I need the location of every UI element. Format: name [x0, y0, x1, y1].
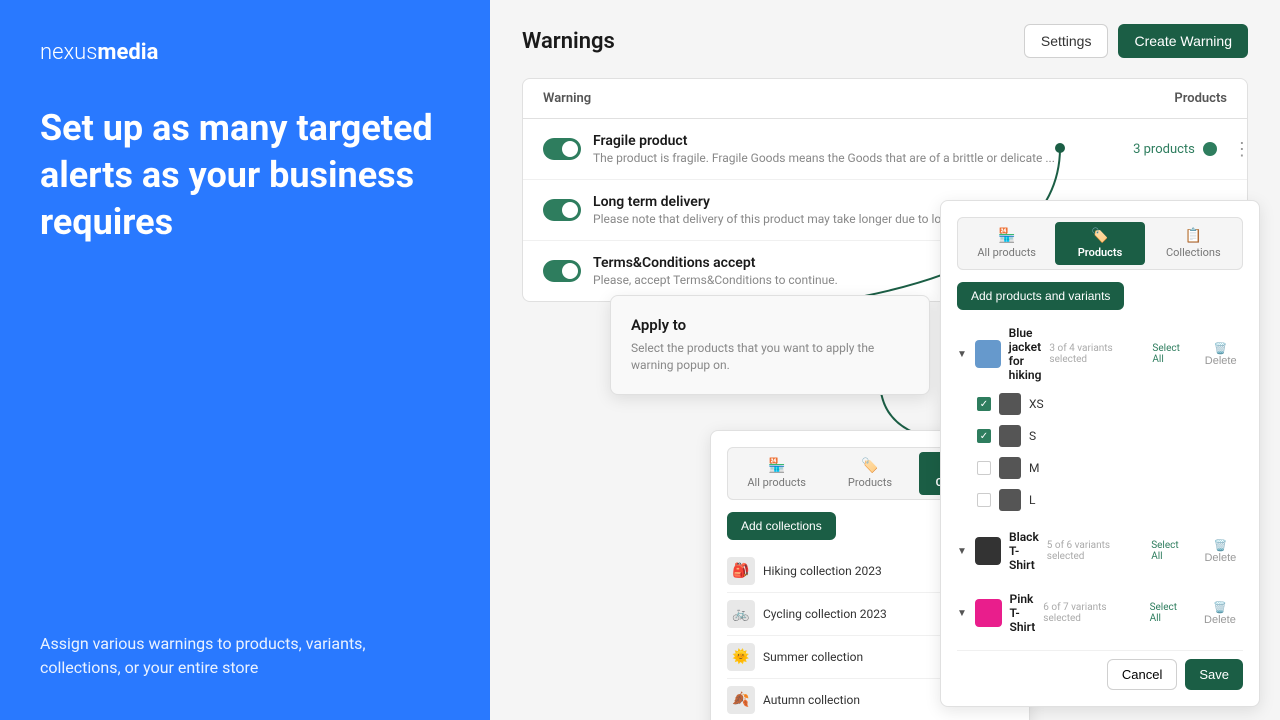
product-group-header-jacket: ▼ Blue jacket for hiking 3 of 4 variants…	[957, 320, 1243, 388]
add-products-button[interactable]: Add products and variants	[957, 282, 1124, 310]
product-thumb-jacket	[975, 340, 1001, 368]
product-meta-pink: 6 of 7 variants selected	[1043, 602, 1141, 624]
checkbox-xs[interactable]: ✓	[977, 397, 991, 411]
page-header: Warnings Settings Create Warning	[522, 24, 1248, 58]
tab-all-products-col[interactable]: 🏪 All products	[732, 452, 821, 495]
toggle-terms[interactable]	[543, 260, 581, 282]
left-panel: nexusmedia Set up as many targeted alert…	[0, 0, 490, 720]
right-panel: Warnings Settings Create Warning Warning…	[490, 0, 1280, 720]
warning-info-fragile: Fragile product The product is fragile. …	[593, 133, 1055, 165]
variant-name-m: M	[1029, 461, 1039, 475]
variant-row-m: M	[957, 452, 1243, 484]
table-row: Fragile product The product is fragile. …	[523, 119, 1247, 180]
header-actions: Settings Create Warning	[1024, 24, 1248, 58]
collection-name-hiking: Hiking collection 2023	[763, 564, 956, 578]
tab-products-prod[interactable]: 🏷️ Products	[1055, 222, 1144, 265]
delete-black-button[interactable]: 🗑️ Delete	[1198, 539, 1243, 564]
chevron-right-icon: ▼	[957, 546, 967, 557]
variant-row-xs: ✓ XS	[957, 388, 1243, 420]
create-warning-button[interactable]: Create Warning	[1118, 24, 1248, 58]
logo-suffix: media	[97, 40, 158, 65]
variant-name-s: S	[1029, 429, 1036, 443]
logo-prefix: nexus	[40, 40, 97, 65]
collection-icon-autumn: 🍂	[727, 686, 755, 714]
store-icon: 🏪	[736, 458, 817, 474]
green-dot-fragile	[1203, 142, 1217, 156]
product-meta-jacket: 3 of 4 variants selected	[1049, 343, 1144, 365]
variant-thumb-xs	[999, 393, 1021, 415]
warning-name-fragile: Fragile product	[593, 133, 1055, 149]
warning-desc-fragile: The product is fragile. Fragile Goods me…	[593, 151, 1055, 165]
product-group-header-pink: ▼ Pink T-Shirt 6 of 7 variants selected …	[957, 586, 1243, 640]
warning-products-fragile: 3 products	[1067, 142, 1217, 157]
variant-name-xs: XS	[1029, 397, 1044, 411]
product-name-jacket: Blue jacket for hiking	[1009, 326, 1042, 382]
collection-icon-cycling: 🚲	[727, 600, 755, 628]
collection-icon-2: 📋	[1153, 228, 1234, 244]
toggle-delivery[interactable]	[543, 199, 581, 221]
product-group-header-black: ▼ Black T-Shirt 5 of 6 variants selected…	[957, 524, 1243, 578]
checkbox-s[interactable]: ✓	[977, 429, 991, 443]
select-all-pink[interactable]: Select All	[1150, 602, 1189, 624]
tag-icon: 🏷️	[829, 458, 910, 474]
settings-button[interactable]: Settings	[1024, 24, 1109, 58]
panel-footer: Cancel Save	[957, 650, 1243, 690]
collection-icon-summer: 🌞	[727, 643, 755, 671]
product-thumb-black	[975, 537, 1001, 565]
products-link-fragile[interactable]: 3 products	[1133, 142, 1195, 157]
col-products: Products	[1174, 91, 1227, 106]
apply-to-title: Apply to	[631, 316, 909, 334]
product-name-pink: Pink T-Shirt	[1010, 592, 1036, 634]
cancel-button[interactable]: Cancel	[1107, 659, 1177, 690]
select-all-black[interactable]: Select All	[1151, 540, 1190, 562]
product-thumb-pink	[975, 599, 1002, 627]
product-group-black-tshirt: ▼ Black T-Shirt 5 of 6 variants selected…	[957, 524, 1243, 578]
variant-name-l: L	[1029, 493, 1035, 507]
collection-name-autumn: Autumn collection	[763, 693, 956, 707]
product-meta-black: 5 of 6 variants selected	[1047, 540, 1143, 562]
variant-row-s: ✓ S	[957, 420, 1243, 452]
collection-name-cycling: Cycling collection 2023	[763, 607, 956, 621]
checkbox-l[interactable]	[977, 493, 991, 507]
products-tab-bar: 🏪 All products 🏷️ Products 📋 Collections	[957, 217, 1243, 270]
variant-thumb-l	[999, 489, 1021, 511]
table-header: Warning Products	[523, 79, 1247, 119]
tab-collections-prod[interactable]: 📋 Collections	[1149, 222, 1238, 265]
apply-to-panel: Apply to Select the products that you wa…	[610, 295, 930, 395]
apply-to-desc: Select the products that you want to app…	[631, 340, 909, 374]
save-button[interactable]: Save	[1185, 659, 1243, 690]
products-panel: 🏪 All products 🏷️ Products 📋 Collections…	[940, 200, 1260, 707]
product-group-pink-tshirt: ▼ Pink T-Shirt 6 of 7 variants selected …	[957, 586, 1243, 640]
tab-products-col[interactable]: 🏷️ Products	[825, 452, 914, 495]
more-btn-fragile[interactable]: ⋮	[1229, 139, 1248, 160]
variant-thumb-s	[999, 425, 1021, 447]
toggle-fragile[interactable]	[543, 138, 581, 160]
collection-icon-hiking: 🎒	[727, 557, 755, 585]
variant-thumb-m	[999, 457, 1021, 479]
chevron-right-icon-2: ▼	[957, 608, 967, 619]
collection-name-summer: Summer collection	[763, 650, 956, 664]
tab-all-products-prod[interactable]: 🏪 All products	[962, 222, 1051, 265]
tag-icon-2: 🏷️	[1059, 228, 1140, 244]
logo: nexusmedia	[40, 40, 450, 65]
chevron-down-icon: ▼	[957, 349, 967, 360]
sub-text: Assign various warnings to products, var…	[40, 602, 450, 680]
checkbox-m[interactable]	[977, 461, 991, 475]
col-warning: Warning	[543, 91, 591, 106]
product-name-black: Black T-Shirt	[1009, 530, 1039, 572]
variant-row-l: L	[957, 484, 1243, 516]
delete-pink-button[interactable]: 🗑️ Delete	[1197, 601, 1243, 626]
store-icon-2: 🏪	[966, 228, 1047, 244]
select-all-jacket[interactable]: Select All	[1152, 343, 1190, 365]
page-title: Warnings	[522, 29, 615, 54]
product-group-jacket: ▼ Blue jacket for hiking 3 of 4 variants…	[957, 320, 1243, 516]
hero-text: Set up as many targeted alerts as your b…	[40, 105, 450, 245]
add-collections-button[interactable]: Add collections	[727, 512, 836, 540]
delete-jacket-button[interactable]: 🗑️ Delete	[1198, 342, 1243, 367]
